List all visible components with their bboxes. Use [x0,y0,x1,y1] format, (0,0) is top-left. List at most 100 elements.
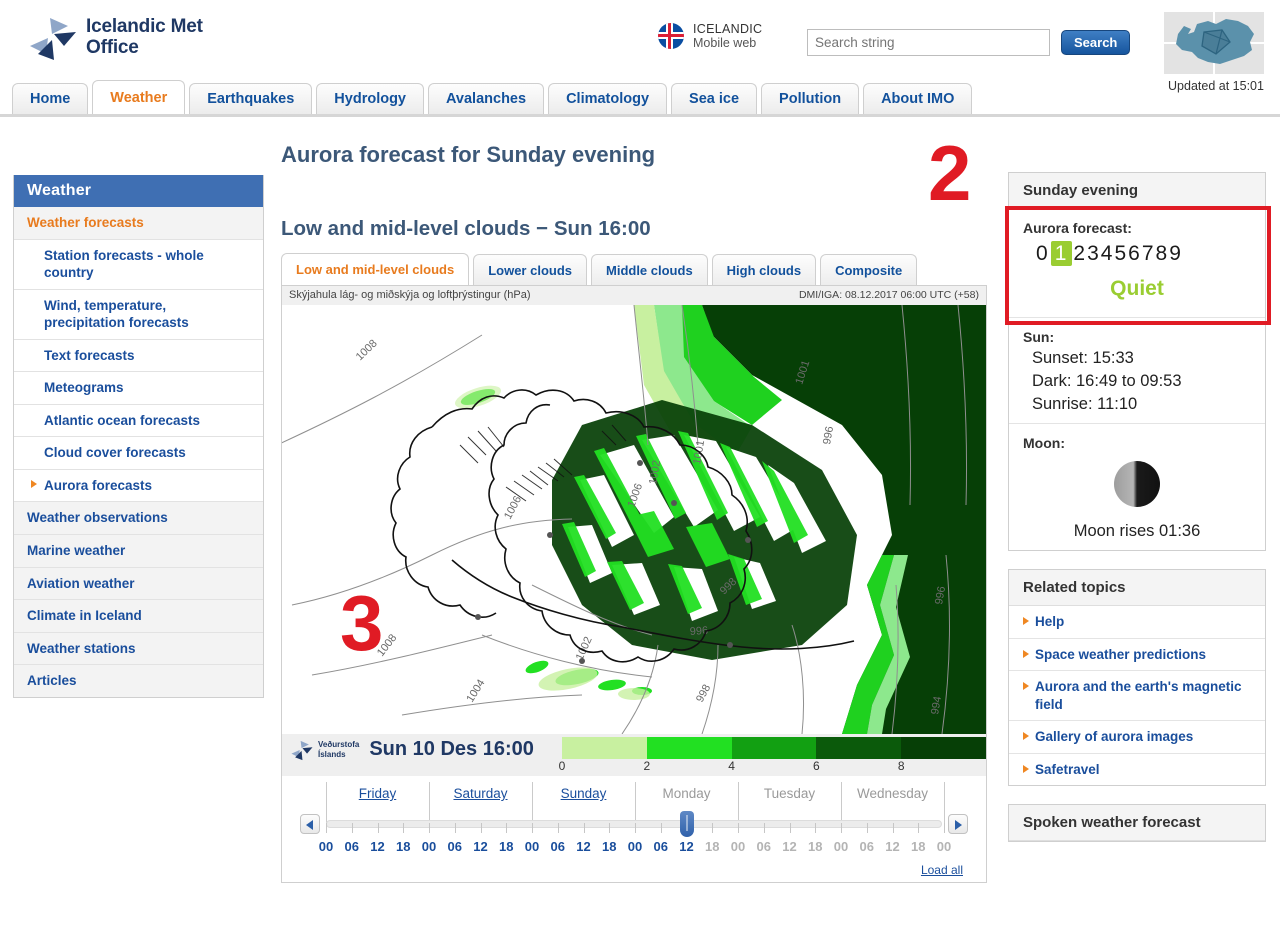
sidebar-item-aviation-weather[interactable]: Aviation weather [14,567,263,601]
timeline-hour-4[interactable]: 00 [422,839,436,854]
legend-tick-6: 6 [813,759,820,773]
search-input[interactable] [807,29,1050,56]
timeline-hour-16[interactable]: 00 [731,839,745,854]
sun-line-2: Sunrise: 11:10 [1032,395,1138,413]
timeline-hour-7[interactable]: 18 [499,839,513,854]
timeline-day-tuesday[interactable]: Tuesday [764,786,815,801]
nav-tab-weather[interactable]: Weather [92,80,186,114]
page-title: Aurora forecast for Sunday evening [281,142,656,167]
timeline-hour-9[interactable]: 06 [551,839,565,854]
tab-composite[interactable]: Composite [820,254,918,285]
related-link-space-weather-predictions[interactable]: Space weather predictions [1009,639,1265,672]
triangle-right-icon [1023,764,1029,773]
timeline-hour-13[interactable]: 06 [654,839,668,854]
moon-phase-wrap [1023,461,1251,512]
timeline-hour-5[interactable]: 06 [448,839,462,854]
site-logo[interactable]: Icelandic Met Office [28,14,203,62]
nav-tab-climatology[interactable]: Climatology [548,83,668,114]
nav-tab-list: Home Weather Earthquakes Hydrology Avalanche… [12,80,976,114]
timeline-day-sunday[interactable]: Sunday [561,786,607,801]
sidebar-item-aurora-forecasts[interactable]: Aurora forecasts [14,469,263,503]
sidebar-item-text-forecasts[interactable]: Text forecasts [14,339,263,373]
timeline-day-monday[interactable]: Monday [662,786,710,801]
timeline-day-wednesday[interactable]: Wednesday [857,786,928,801]
nav-tab-pollution[interactable]: Pollution [761,83,860,114]
related-link-safetravel[interactable]: Safetravel [1009,754,1265,786]
timeline-hour-0[interactable]: 00 [319,839,333,854]
timeline-hour-20[interactable]: 00 [834,839,848,854]
nav-tab-home[interactable]: Home [12,83,89,114]
tab-low-and-mid-level-clouds[interactable]: Low and mid-level clouds [281,253,470,285]
map-footer: Veðurstofa Íslands Sun 10 Des 16:00 0 2 4 6… [282,734,986,776]
timeline-hour-19[interactable]: 18 [808,839,822,854]
timeline-hour-1[interactable]: 06 [345,839,359,854]
forecast-panel: Skýjahula lág- og miðskýja og loftþrýsti… [281,285,987,883]
sidebar-item-marine-weather[interactable]: Marine weather [14,535,263,568]
language-label: ICELANDIC [693,22,763,36]
sidebar-item-station-forecasts-whole-country[interactable]: Station forecasts - whole country [14,239,263,290]
timeline-hour-3[interactable]: 18 [396,839,410,854]
map-caption-left: Skýjahula lág- og miðskýja og loftþrýsti… [289,289,531,301]
timeline-hour-17[interactable]: 06 [757,839,771,854]
timeline-tick-16 [738,823,739,833]
timeline-hour-8[interactable]: 00 [525,839,539,854]
timeline-hour-22[interactable]: 12 [885,839,899,854]
sidebar-item-cloud-cover-forecasts[interactable]: Cloud cover forecasts [14,437,263,470]
timeline-hour-2[interactable]: 12 [370,839,384,854]
main-column: Aurora forecast for Sunday evening Low a… [281,120,993,883]
load-all-link[interactable]: Load all [921,863,963,877]
tab-lower-clouds[interactable]: Lower clouds [473,254,587,285]
timeline-track[interactable] [326,820,942,828]
sidebar-item-weather-stations[interactable]: Weather stations [14,632,263,666]
timeline-hour-21[interactable]: 06 [860,839,874,854]
related-link-help[interactable]: Help [1009,606,1265,639]
sidebar-item-label: Articles [27,673,77,689]
sidebar-item-atlantic-ocean-forecasts[interactable]: Atlantic ocean forecasts [14,404,263,438]
forecast-panel-title: Sunday evening [1009,173,1265,209]
timeline-tick-6 [480,823,482,833]
timeline-hour-6[interactable]: 12 [473,839,487,854]
nav-tab-about-imo[interactable]: About IMO [863,83,973,114]
timeline-handle[interactable] [679,811,694,837]
timeline-hour-24[interactable]: 00 [937,839,951,854]
nav-tab-hydrology[interactable]: Hydrology [316,83,424,114]
related-link-gallery-of-aurora-images[interactable]: Gallery of aurora images [1009,721,1265,754]
legend-segment-3 [816,737,902,759]
timeline-hour-10[interactable]: 12 [576,839,590,854]
nav-tab-sea-ice[interactable]: Sea ice [671,83,758,114]
sidebar-item-label: Weather stations [27,640,136,656]
nav-tab-avalanches[interactable]: Avalanches [428,83,545,114]
aurora-activity-word: Quiet [1110,277,1164,300]
timeline-hour-15[interactable]: 18 [705,839,719,854]
aurora-level-8: 8 [1155,242,1170,265]
sidebar-item-label: Meteograms [44,380,124,396]
search-button[interactable]: Search [1061,30,1131,55]
timeline-hour-12[interactable]: 00 [628,839,642,854]
timeline-day-saturday[interactable]: Saturday [453,786,507,801]
timeline-hour-11[interactable]: 18 [602,839,616,854]
sidebar-item-weather-forecasts[interactable]: Weather forecasts [14,207,263,240]
sidebar-item-meteograms[interactable]: Meteograms [14,372,263,405]
nav-tab-earthquakes[interactable]: Earthquakes [189,83,313,114]
sidebar-item-weather-observations[interactable]: Weather observations [14,502,263,536]
aurora-level-5: 5 [1114,242,1129,265]
aurora-level-9: 9 [1169,242,1183,265]
time-slider[interactable]: Friday Saturday Sunday Monday Tuesday Wednesd… [282,776,986,882]
language-switcher[interactable]: ICELANDIC Mobile web [658,22,762,51]
timeline-day-friday[interactable]: Friday [359,786,397,801]
cloud-map[interactable]: Skýjahula lág- og miðskýja og loftþrýsti… [282,286,986,776]
sidebar-item-wind-temperature-precipitation-forecasts[interactable]: Wind, temperature, precipitation forecas… [14,289,263,340]
related-link-aurora-and-the-earth-s-magnetic-field[interactable]: Aurora and the earth's magnetic field [1009,671,1265,722]
timeline-track-row[interactable] [300,809,968,839]
chevron-left-icon[interactable] [300,814,320,834]
tab-middle-clouds[interactable]: Middle clouds [591,254,708,285]
timeline-hour-23[interactable]: 18 [911,839,925,854]
chevron-right-icon[interactable] [948,814,968,834]
aurora-level-3: 3 [1087,242,1101,265]
sidebar-item-articles[interactable]: Articles [14,665,263,697]
timeline-hour-18[interactable]: 12 [782,839,796,854]
sidebar-item-climate-in-iceland[interactable]: Climate in Iceland [14,600,263,633]
timeline-hour-14[interactable]: 12 [679,839,693,854]
tab-high-clouds[interactable]: High clouds [711,254,817,285]
aurora-level-4: 4 [1100,242,1115,265]
